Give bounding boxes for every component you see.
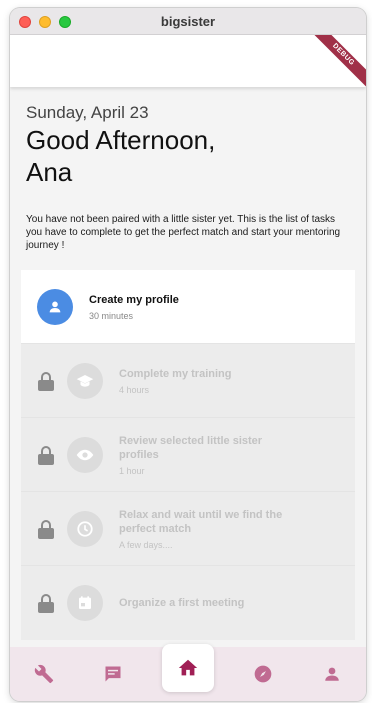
debug-banner: DEBUG (306, 35, 366, 87)
main-content: Sunday, April 23 Good Afternoon, Ana You… (10, 87, 366, 252)
nav-compass-icon[interactable] (243, 654, 283, 694)
intro-text: You have not been paired with a little s… (26, 214, 341, 251)
task-duration: 1 hour (119, 465, 145, 476)
task-complete-training: Complete my training 4 hours (21, 344, 355, 418)
eye-icon (67, 436, 103, 473)
task-title: Review selected little sister profiles (119, 434, 263, 461)
graduation-cap-icon (67, 362, 103, 399)
user-name: Ana (26, 157, 73, 187)
task-duration: A few days.... (119, 539, 173, 550)
task-create-profile[interactable]: Create my profile 30 minutes (21, 270, 355, 344)
task-wait-for-match: Relax and wait until we find the perfect… (21, 492, 355, 566)
title-bar: bigsister (10, 8, 366, 35)
calendar-icon (67, 585, 103, 621)
maximize-window-button[interactable] (59, 16, 71, 28)
task-list: Create my profile 30 minutes Complete my… (21, 270, 355, 640)
app-bar: DEBUG (10, 35, 366, 87)
nav-wrench-icon[interactable] (24, 654, 64, 694)
task-first-meeting: Organize a first meeting (21, 566, 355, 640)
task-title: Create my profile (89, 293, 179, 306)
clock-icon (67, 510, 103, 547)
lock-icon (38, 445, 54, 465)
task-duration: 30 minutes (89, 310, 134, 321)
lock-icon (38, 594, 54, 613)
task-title: Organize a first meeting (119, 597, 245, 609)
lock-icon (38, 371, 54, 391)
task-title: Complete my training (119, 367, 232, 380)
minimize-window-button[interactable] (39, 16, 51, 28)
close-window-button[interactable] (19, 16, 31, 28)
window-title: bigsister (160, 13, 216, 29)
lock-icon (38, 519, 54, 539)
nav-home-button[interactable] (161, 644, 214, 692)
nav-profile-icon[interactable] (312, 654, 352, 694)
greeting-line-1: Good Afternoon, (26, 125, 216, 155)
person-icon (37, 288, 73, 325)
task-title: Relax and wait until we find the perfect… (119, 508, 283, 535)
window-controls (19, 16, 71, 28)
bottom-navigation (10, 644, 366, 701)
app-window: bigsister DEBUG Sunday, April 23 Good Af… (10, 8, 366, 701)
task-review-profiles: Review selected little sister profiles 1… (21, 418, 355, 492)
current-date: Sunday, April 23 (26, 103, 149, 122)
nav-chat-icon[interactable] (93, 654, 133, 694)
task-duration: 4 hours (119, 384, 150, 395)
home-icon (178, 659, 198, 676)
